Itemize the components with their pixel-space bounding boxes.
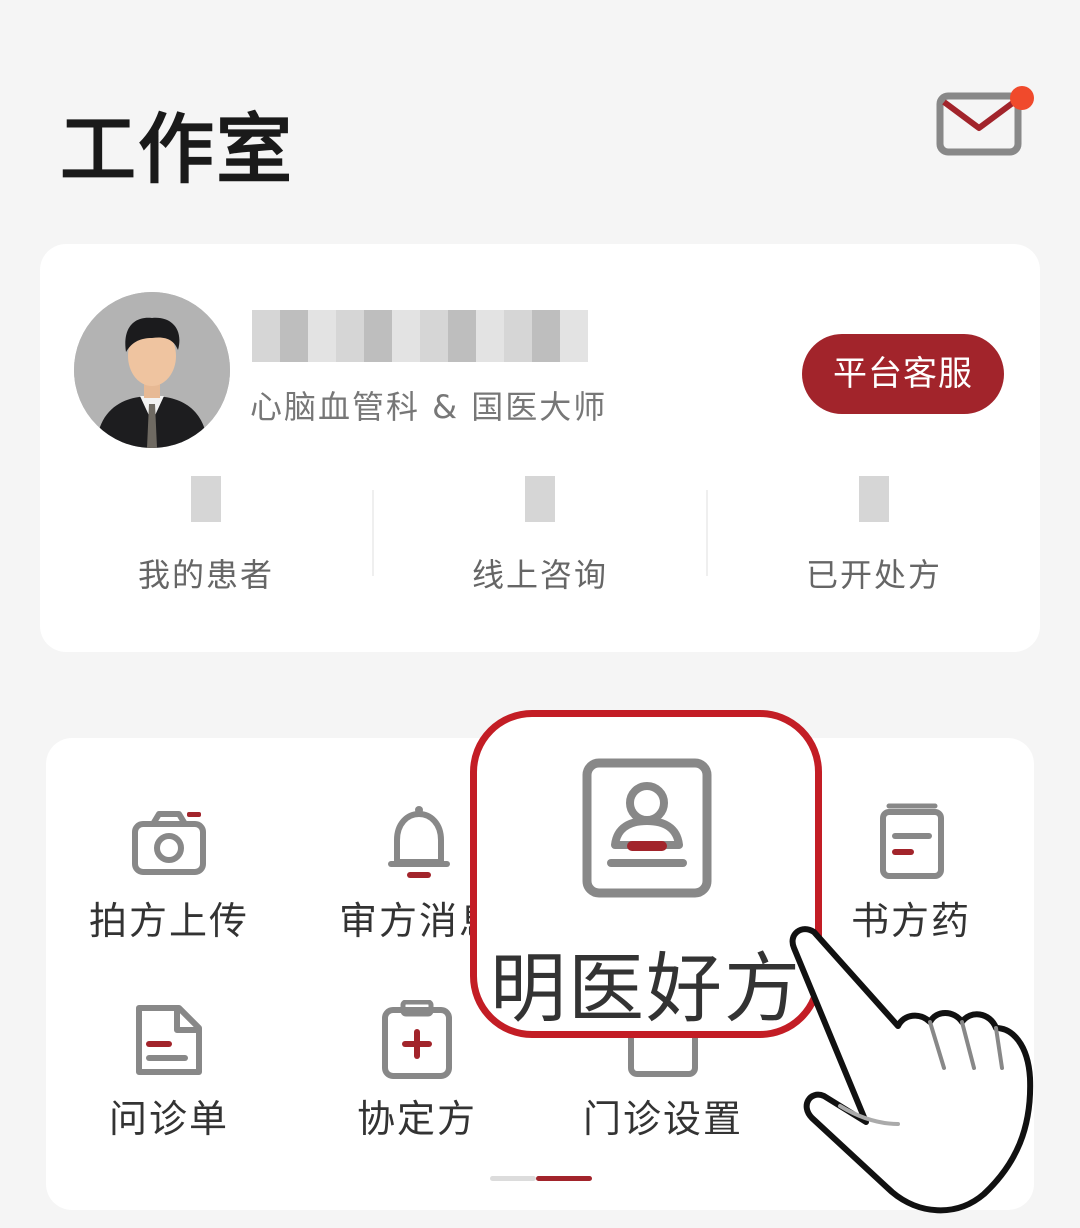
bell-icon bbox=[388, 806, 450, 878]
stat-prescriptions[interactable]: 已开处方 bbox=[724, 476, 1024, 596]
doctor-name bbox=[252, 310, 588, 362]
platform-service-button[interactable]: 平台客服 bbox=[802, 334, 1004, 414]
page-title: 工作室 bbox=[60, 105, 294, 194]
pointing-hand-icon bbox=[789, 926, 1034, 1214]
stat-value bbox=[859, 476, 889, 522]
tool-label: 门诊设置 bbox=[582, 1097, 743, 1141]
highlighted-tool-label: 明医好方 bbox=[490, 944, 802, 1033]
avatar[interactable] bbox=[74, 292, 230, 448]
divider bbox=[706, 490, 708, 576]
highlighted-tool-famous-prescriptions[interactable]: 明医好方 bbox=[470, 710, 822, 1038]
stat-patients[interactable]: 我的患者 bbox=[56, 476, 356, 596]
page-indicator-inactive bbox=[490, 1176, 536, 1181]
stat-value bbox=[191, 476, 221, 522]
tool-label: 拍方上传 bbox=[88, 899, 249, 943]
document-icon bbox=[136, 1005, 202, 1075]
stat-label: 已开处方 bbox=[805, 556, 942, 594]
divider bbox=[372, 490, 374, 576]
tool-label: 问诊单 bbox=[108, 1097, 229, 1141]
tool-inquiry-form[interactable]: 问诊单 bbox=[54, 1000, 284, 1143]
page-indicator-active bbox=[536, 1176, 592, 1181]
notebook-icon bbox=[880, 803, 944, 879]
stat-consultations[interactable]: 线上咨询 bbox=[390, 476, 690, 596]
department-label: 心脑血管科 & 国医大师 bbox=[250, 388, 608, 426]
stat-value bbox=[525, 476, 555, 522]
mail-icon[interactable] bbox=[936, 92, 1022, 156]
notification-dot bbox=[1010, 86, 1034, 110]
stat-label: 我的患者 bbox=[137, 556, 274, 594]
contact-card-icon bbox=[582, 758, 712, 898]
tool-photo-upload[interactable]: 拍方上传 bbox=[54, 802, 284, 945]
stat-label: 线上咨询 bbox=[471, 556, 608, 594]
tool-label: 协定方 bbox=[356, 1097, 477, 1141]
profile-card: 心脑血管科 & 国医大师 平台客服 我的患者 线上咨询 已开处方 bbox=[40, 244, 1040, 652]
camera-icon bbox=[132, 811, 206, 875]
clipboard-plus-icon bbox=[382, 1000, 452, 1079]
